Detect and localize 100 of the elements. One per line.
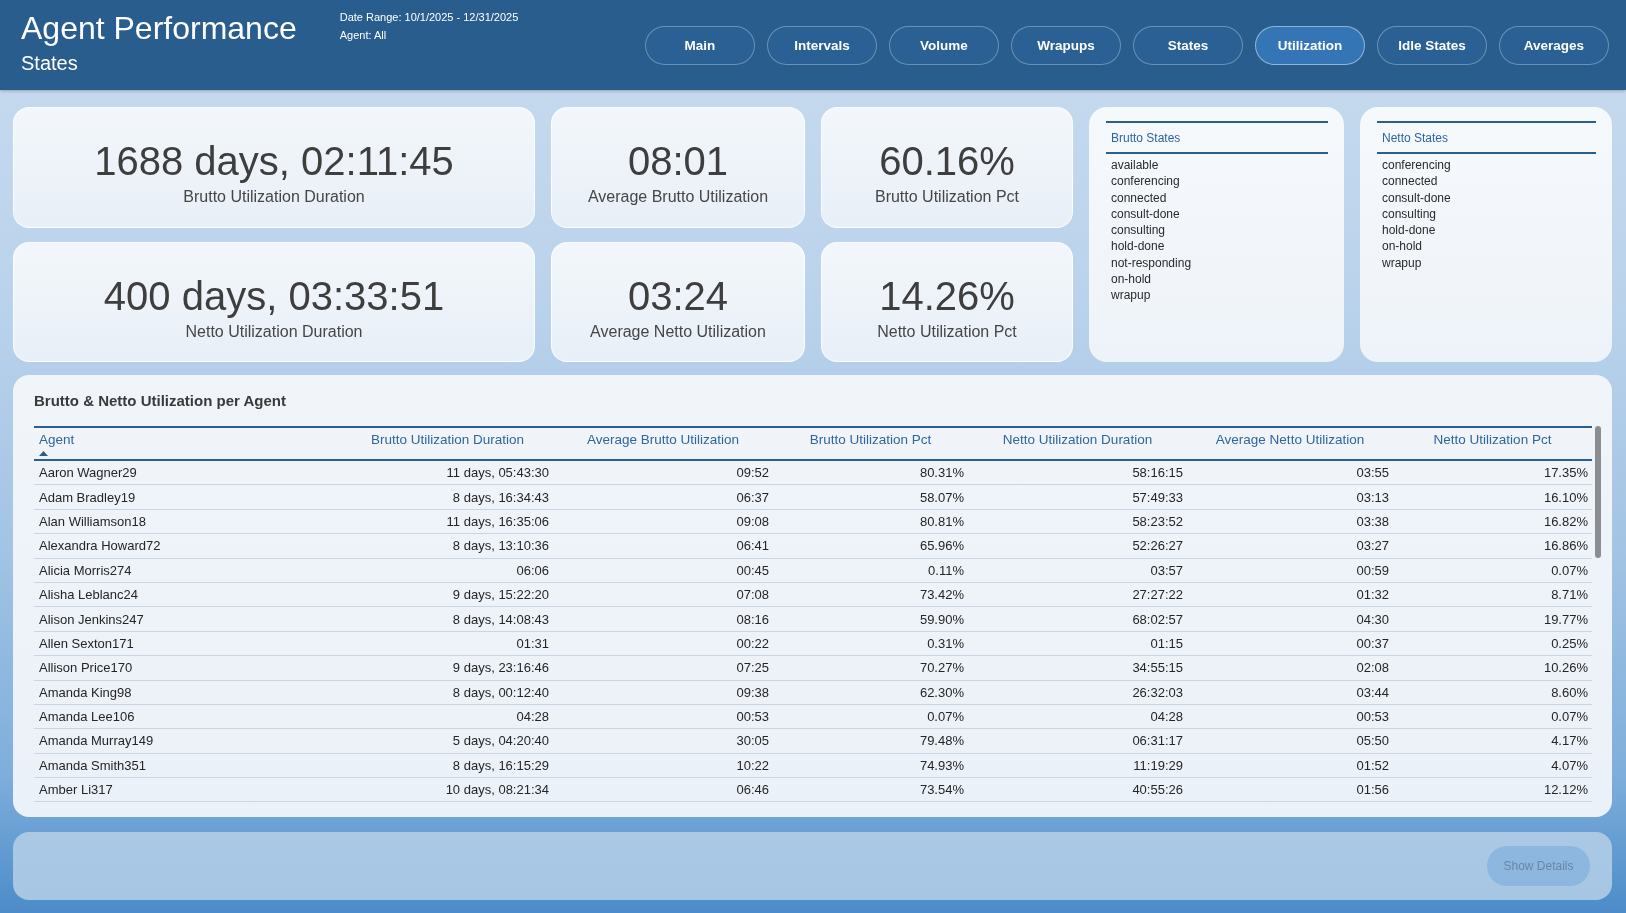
- table-cell-text: 30:05: [735, 732, 770, 751]
- state-list-item: consulting: [1382, 205, 1437, 223]
- nav-button[interactable]: Averages: [1499, 25, 1609, 65]
- state-list-item: connected: [1382, 173, 1438, 190]
- table-cell-text: 80.31%: [918, 464, 965, 483]
- date-range-text: Date Range: 10/1/2025 - 12/31/2025: [339, 10, 519, 25]
- table-cell-text: Amanda Lee106: [38, 708, 136, 727]
- nav-button[interactable]: Utilization: [1255, 25, 1365, 65]
- nav-button[interactable]: States: [1133, 25, 1243, 65]
- table-cell-text: 11 days, 16:35:06: [445, 512, 550, 531]
- table-cell-text: 06:37: [735, 488, 770, 507]
- table-cell-text: 11 days, 05:43:30: [445, 464, 550, 483]
- nav-button[interactable]: Main: [645, 25, 755, 65]
- table-cell-text: 03:55: [1355, 464, 1390, 483]
- table-cell-text: 09:08: [735, 512, 770, 531]
- table-cell-text: 03:13: [1355, 488, 1390, 507]
- state-list-item: conferencing: [1111, 173, 1180, 190]
- sort-ascending-icon: [39, 451, 48, 456]
- state-list-title: Brutto States: [1106, 121, 1328, 154]
- table-cell-text: 8 days, 00:12:40: [451, 683, 550, 702]
- column-header[interactable]: Average Brutto Utilization: [553, 428, 773, 459]
- table-cell-text: 00:59: [1355, 561, 1390, 580]
- table-cell-text: 09:52: [735, 464, 770, 483]
- table-cell-text: 03:57: [1149, 561, 1184, 580]
- table-cell-text: 05:50: [1355, 732, 1390, 751]
- table-cell-text: 80.81%: [918, 512, 965, 531]
- table-cell-text: 27:27:22: [1131, 586, 1184, 605]
- kpi-label: Netto Utilization Duration: [185, 321, 363, 342]
- kpi-value: 400 days, 03:33:51: [103, 272, 445, 319]
- table-cell-text: 0.07%: [1550, 561, 1589, 580]
- table-cell-text: 09:38: [735, 683, 770, 702]
- table-cell-text: 03:38: [1355, 512, 1390, 531]
- table-cell-text: Amanda Smith351: [38, 756, 147, 775]
- state-list-item: on-hold: [1111, 271, 1152, 288]
- table-cell-text: 0.11%: [927, 561, 965, 580]
- kpi-value: 08:01: [627, 138, 729, 184]
- kpi-label: Brutto Utilization Duration: [183, 187, 365, 207]
- table-cell-text: 01:56: [1355, 781, 1390, 800]
- table-cell-text: 06:31:17: [1131, 732, 1184, 751]
- table-cell-text: 01:15: [1149, 634, 1184, 653]
- table-cell-text: 11:19:29: [1132, 756, 1184, 775]
- kpi-value: 14.26%: [879, 272, 1015, 319]
- table-cell-text: 07:08: [735, 586, 770, 605]
- column-header[interactable]: Netto Utilization Pct: [1393, 428, 1592, 459]
- table-cell-text: 5 days, 04:20:40: [451, 732, 550, 751]
- state-list-item: consult-done: [1111, 205, 1180, 223]
- state-list-item: conferencing: [1382, 157, 1451, 174]
- page-subtitle: States: [21, 51, 79, 75]
- table-cell-text: Aaron Wagner29: [38, 464, 138, 483]
- state-list-item: hold-done: [1111, 238, 1165, 255]
- table-cell-text: Alisha Leblanc24: [38, 586, 140, 605]
- state-list-item: consulting: [1111, 222, 1166, 239]
- table-cell-text: 10.26%: [1542, 659, 1589, 678]
- table-cell-text: 58:16:15: [1131, 464, 1184, 483]
- table-title: Brutto & Netto Utilization per Agent: [34, 392, 287, 410]
- agent-filter-text: Agent: All: [339, 28, 388, 43]
- table-cell-text: 62.30%: [918, 683, 965, 702]
- table-cell-text: 06:41: [735, 537, 770, 556]
- table-cell-text: 19.77%: [1542, 610, 1589, 629]
- state-list-item: on-hold: [1382, 238, 1423, 255]
- table-cell-text: 79.48%: [918, 732, 965, 751]
- column-header[interactable]: Brutto Utilization Pct: [773, 428, 968, 459]
- table-cell-text: 58:23:52: [1131, 512, 1184, 531]
- state-list-item: consult-done: [1382, 189, 1451, 206]
- table-cell-text: 00:37: [1355, 634, 1390, 653]
- kpi-label: Netto Utilization Pct: [877, 321, 1017, 342]
- table-cell-text: 0.07%: [1550, 708, 1589, 727]
- column-header[interactable]: Average Netto Utilization: [1187, 428, 1393, 459]
- table-cell-text: Adam Bradley19: [38, 488, 137, 507]
- nav-button[interactable]: Volume: [889, 25, 999, 65]
- state-list-item: wrapup: [1111, 287, 1151, 304]
- table-cell-text: 12.12%: [1542, 781, 1589, 800]
- nav-button[interactable]: Intervals: [767, 25, 877, 65]
- table-cell-text: Amanda King98: [38, 683, 133, 702]
- table-cell-text: 4.17%: [1550, 732, 1589, 751]
- table-cell-text: Alison Jenkins247: [38, 610, 145, 629]
- nav-button[interactable]: Wrapups: [1011, 25, 1121, 65]
- table-cell-text: 00:53: [735, 708, 770, 727]
- nav-button[interactable]: Idle States: [1377, 25, 1487, 65]
- table-cell-text: 9 days, 15:22:20: [451, 586, 550, 605]
- table-cell-text: 04:28: [515, 708, 550, 727]
- table-cell-text: 0.07%: [926, 708, 965, 727]
- column-header[interactable]: Brutto Utilization Duration: [342, 428, 553, 459]
- scrollbar-thumb[interactable]: [1595, 426, 1601, 558]
- table-cell-text: 34:55:15: [1131, 659, 1184, 678]
- table-cell-text: 00:53: [1355, 708, 1390, 727]
- table-cell-text: 8.60%: [1550, 683, 1589, 702]
- table-cell-text: 00:45: [735, 561, 770, 580]
- table-cell-text: 8.71%: [1550, 586, 1589, 605]
- table-cell-text: 04:28: [1149, 708, 1184, 727]
- column-header[interactable]: Agent: [34, 428, 342, 459]
- table-cell-text: 02:08: [1355, 659, 1390, 678]
- column-header[interactable]: Netto Utilization Duration: [968, 428, 1187, 459]
- table-cell-text: 8 days, 16:34:43: [451, 488, 550, 507]
- kpi-label: Brutto Utilization Pct: [874, 187, 1020, 207]
- table-cell-text: Alan Williamson18: [38, 512, 147, 531]
- table-cell-text: Allen Sexton171: [38, 634, 135, 653]
- kpi-value: 03:24: [627, 272, 729, 319]
- table-cell-text: 70.27%: [918, 659, 965, 678]
- kpi-value: 60.16%: [879, 138, 1015, 184]
